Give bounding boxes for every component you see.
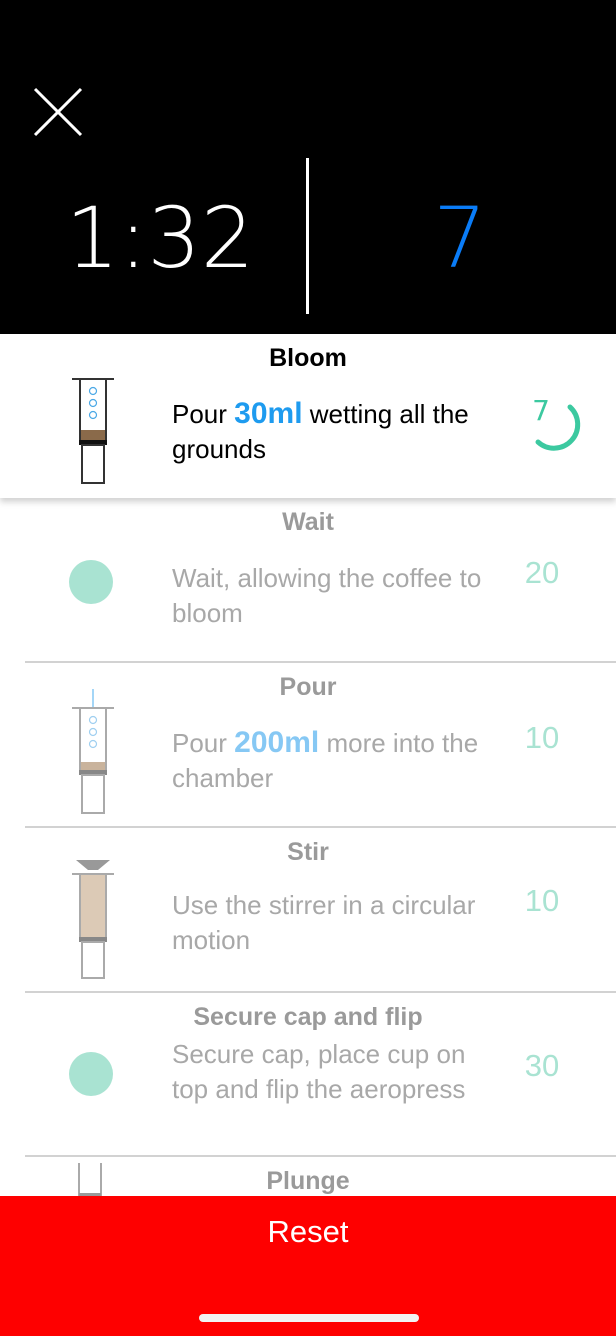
step-description: Wait, allowing the coffee to bloom (172, 563, 482, 628)
step-wait[interactable]: Wait Wait, allowing the coffee to bloom … (0, 498, 616, 662)
water-amount: 30ml (234, 397, 303, 430)
progress-value: 7 (532, 394, 550, 427)
reset-label: Reset (267, 1214, 349, 1249)
step-secure-cap-and-flip[interactable]: Secure cap and flip Secure cap, place cu… (0, 993, 616, 1157)
close-button[interactable] (30, 84, 86, 140)
step-description: Pour 30ml wetting all the grounds (172, 396, 482, 467)
aeropress-stir-icon (72, 860, 114, 979)
step-countdown: 7 (433, 189, 487, 287)
steps-list[interactable]: Bloom Pour 30ml wetting all the grounds … (0, 334, 616, 1196)
step-progress-ring: 7 (532, 394, 581, 451)
timer-header: 1:32 7 (0, 0, 616, 334)
step-title: Bloom (269, 344, 347, 372)
step-description: Secure cap, place cup on top and flip th… (172, 1039, 466, 1104)
header-divider (306, 158, 309, 314)
step-duration: 10 (524, 883, 560, 918)
step-bloom[interactable]: Bloom Pour 30ml wetting all the grounds … (0, 334, 616, 498)
step-description: Use the stirrer in a circular motion (172, 890, 476, 955)
step-description: Pour 200ml more into the chamber (172, 725, 482, 796)
aeropress-pour-icon (72, 689, 114, 814)
water-amount: 200ml (234, 726, 320, 759)
elapsed-timer: 1:32 (65, 189, 255, 287)
aeropress-plunge-icon (78, 1163, 102, 1196)
step-duration: 20 (524, 555, 560, 590)
step-duration: 30 (524, 1048, 560, 1083)
desc-prefix: Pour (172, 399, 235, 429)
step-plunge[interactable]: Plunge (0, 1157, 616, 1196)
step-title: Wait (282, 508, 334, 536)
aeropress-bloom-icon (72, 378, 114, 484)
step-pour[interactable]: Pour Pour 200ml more into the chamber 10 (0, 663, 616, 827)
close-icon (33, 87, 83, 137)
dot-icon (69, 1052, 113, 1096)
step-stir[interactable]: Stir Use the stirrer in a circular motio… (0, 828, 616, 992)
dot-icon (69, 560, 113, 604)
home-indicator[interactable] (199, 1314, 419, 1322)
step-title: Secure cap and flip (193, 1003, 423, 1031)
desc-prefix: Pour (172, 728, 235, 758)
step-duration: 10 (524, 720, 560, 755)
